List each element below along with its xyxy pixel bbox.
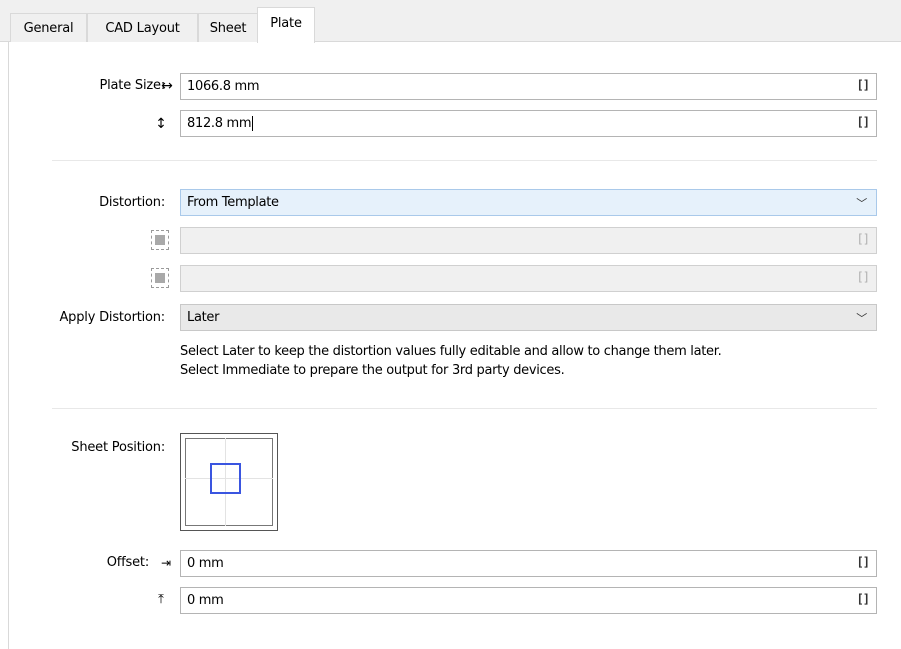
offset-x-field[interactable]: 0 mm [] [180, 550, 877, 577]
unit-toggle-button[interactable]: [] [857, 115, 870, 129]
sheet-position-label: Sheet Position: [71, 440, 165, 455]
text-cursor [252, 116, 254, 131]
offset-x-value: 0 mm [187, 556, 224, 571]
vertical-distortion-field[interactable]: [] [180, 265, 877, 292]
vertical-distortion-icon [151, 268, 169, 288]
distortion-selected: From Template [187, 195, 279, 210]
offset-y-icon: ⤒ [158, 592, 164, 607]
chevron-down-icon: ﹀ [856, 197, 867, 210]
unit-toggle-button[interactable]: [] [857, 270, 870, 284]
distortion-dropdown[interactable]: From Template ﹀ [180, 189, 877, 216]
sheet-position-selector[interactable] [180, 433, 278, 531]
tab-plate[interactable]: Plate [257, 7, 315, 43]
plate-width-value: 1066.8 mm [187, 79, 260, 94]
section-divider [52, 408, 877, 409]
sheet-position-marker[interactable] [210, 463, 241, 494]
offset-y-value: 0 mm [187, 593, 224, 608]
vertical-arrows-icon: ↕ [155, 116, 167, 132]
offset-label: Offset: [106, 555, 149, 570]
tab-general[interactable]: General [10, 13, 87, 42]
horizontal-distortion-field[interactable]: [] [180, 227, 877, 254]
distortion-label: Distortion: [99, 195, 165, 210]
apply-distortion-dropdown[interactable]: Later ﹀ [180, 304, 877, 331]
tab-bar: General CAD Layout Sheet Plate [0, 0, 901, 43]
offset-x-icon: ⇥ [160, 556, 172, 570]
plate-size-label: Plate Size: [99, 78, 165, 93]
apply-distortion-help-line-1: Select Later to keep the distortion valu… [180, 344, 722, 359]
tab-sheet[interactable]: Sheet [198, 13, 258, 42]
chevron-down-icon: ﹀ [856, 312, 867, 325]
horizontal-distortion-icon [151, 230, 169, 250]
plate-height-value: 812.8 mm [187, 116, 252, 131]
unit-toggle-button[interactable]: [] [857, 78, 870, 92]
plate-width-field[interactable]: 1066.8 mm [] [180, 73, 877, 100]
apply-distortion-help-line-2: Select Immediate to prepare the output f… [180, 363, 565, 378]
unit-toggle-button[interactable]: [] [857, 592, 870, 606]
apply-distortion-label: Apply Distortion: [59, 310, 165, 325]
apply-distortion-selected: Later [187, 310, 220, 325]
horizontal-arrows-icon: ↔ [161, 78, 173, 94]
tab-cad-layout[interactable]: CAD Layout [87, 13, 198, 42]
section-divider [52, 160, 877, 161]
plate-height-field[interactable]: 812.8 mm [] [180, 110, 877, 137]
unit-toggle-button[interactable]: [] [857, 232, 870, 246]
unit-toggle-button[interactable]: [] [857, 555, 870, 569]
offset-y-field[interactable]: 0 mm [] [180, 587, 877, 614]
